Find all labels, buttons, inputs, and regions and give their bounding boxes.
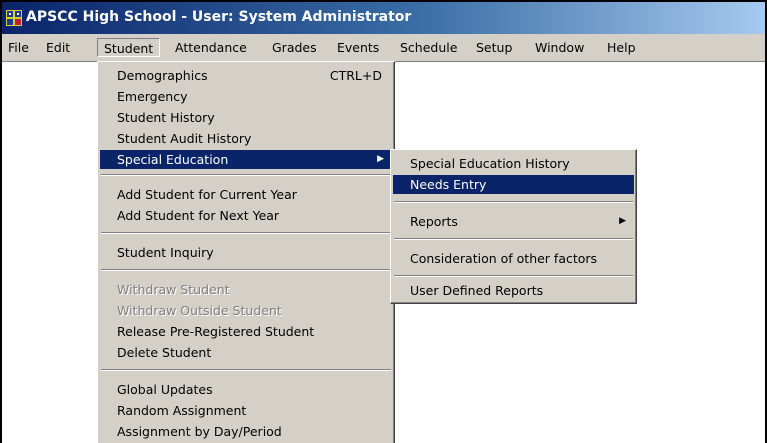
menu-student[interactable]: Student xyxy=(97,38,161,57)
menu-item-demographics[interactable]: Demographics CTRL+D xyxy=(100,66,392,85)
menu-item-assignment-by-day-period[interactable]: Assignment by Day/Period xyxy=(100,422,392,441)
menu-file[interactable]: File xyxy=(2,38,35,57)
menu-item-student-inquiry[interactable]: Student Inquiry xyxy=(100,243,392,262)
menu-item-label: Special Education xyxy=(117,152,229,167)
menu-separator xyxy=(394,275,633,277)
shortcut-label: CTRL+D xyxy=(329,68,382,83)
menu-item-global-updates[interactable]: Global Updates xyxy=(100,380,392,399)
menu-events[interactable]: Events xyxy=(331,38,385,57)
application-window: APSCC High School - User: System Adminis… xyxy=(2,2,765,443)
student-menu: Demographics CTRL+D Emergency Student Hi… xyxy=(97,61,395,443)
menu-schedule[interactable]: Schedule xyxy=(394,38,463,57)
menu-item-user-defined-reports[interactable]: User Defined Reports xyxy=(393,281,634,300)
menu-bar: File Edit Student Attendance Grades Even… xyxy=(2,34,765,62)
title-bar[interactable]: APSCC High School - User: System Adminis… xyxy=(2,2,765,34)
menu-item-special-education[interactable]: Special Education ▶ xyxy=(100,150,392,169)
menu-item-needs-entry[interactable]: Needs Entry xyxy=(393,175,634,194)
menu-item-random-assignment[interactable]: Random Assignment xyxy=(100,401,392,420)
menu-separator xyxy=(101,174,391,176)
menu-window[interactable]: Window xyxy=(529,38,590,57)
menu-item-label: Demographics xyxy=(117,68,208,83)
menu-grades[interactable]: Grades xyxy=(266,38,323,57)
menu-separator xyxy=(101,269,391,271)
menu-setup[interactable]: Setup xyxy=(470,38,518,57)
window-title: APSCC High School - User: System Adminis… xyxy=(26,9,412,25)
menu-item-add-student-next-year[interactable]: Add Student for Next Year xyxy=(100,206,392,225)
menu-item-release-pre-registered[interactable]: Release Pre-Registered Student xyxy=(100,322,392,341)
menu-separator xyxy=(101,369,391,371)
menu-item-student-history[interactable]: Student History xyxy=(100,108,392,127)
menu-item-emergency[interactable]: Emergency xyxy=(100,87,392,106)
menu-attendance[interactable]: Attendance xyxy=(169,38,253,57)
menu-item-withdraw-student: Withdraw Student xyxy=(117,282,230,297)
special-education-submenu: Special Education History Needs Entry Re… xyxy=(390,149,637,304)
menu-separator xyxy=(394,238,633,240)
menu-item-reports[interactable]: Reports ▶ xyxy=(393,212,634,231)
menu-item-consideration-of-other-factors[interactable]: Consideration of other factors xyxy=(393,249,634,268)
menu-separator xyxy=(101,232,391,234)
menu-help[interactable]: Help xyxy=(601,38,642,57)
menu-item-special-education-history[interactable]: Special Education History xyxy=(393,154,634,173)
menu-item-student-audit-history[interactable]: Student Audit History xyxy=(100,129,392,148)
menu-item-label: Reports xyxy=(410,214,458,229)
menu-item-delete-student[interactable]: Delete Student xyxy=(100,343,392,362)
app-logo-icon[interactable] xyxy=(6,10,22,26)
menu-item-add-student-current-year[interactable]: Add Student for Current Year xyxy=(100,185,392,204)
submenu-arrow-icon: ▶ xyxy=(619,216,626,226)
submenu-arrow-icon: ▶ xyxy=(377,154,384,164)
menu-edit[interactable]: Edit xyxy=(40,38,76,57)
menu-item-withdraw-outside-student: Withdraw Outside Student xyxy=(117,303,282,318)
menu-separator xyxy=(394,201,633,203)
